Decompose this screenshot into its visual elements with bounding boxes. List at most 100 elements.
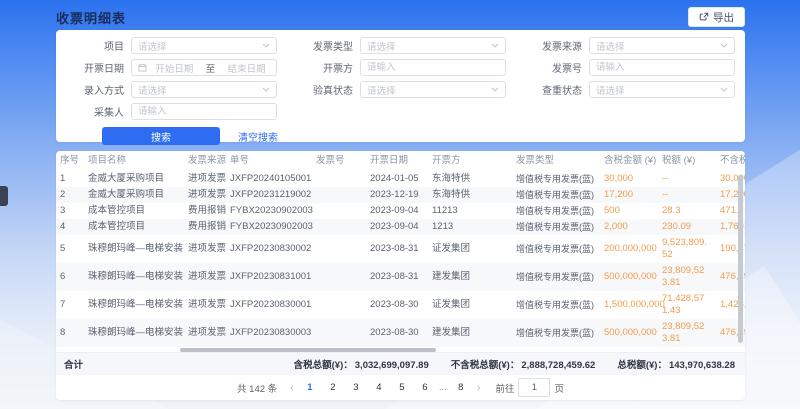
invoice-type-select[interactable]: 请选择 bbox=[360, 37, 506, 54]
cell-date: 2023-08-31 bbox=[366, 235, 428, 263]
invoice-no-input[interactable] bbox=[589, 59, 735, 76]
cell-tax: 23,809,523.81 bbox=[658, 263, 716, 291]
cell-source: 进项发票 bbox=[184, 291, 226, 319]
chevron-down-icon bbox=[720, 43, 728, 48]
filter-label: 发票类型 bbox=[291, 38, 360, 53]
placeholder-text: 请选择 bbox=[367, 83, 487, 97]
filter-field-issuer: 开票方 bbox=[291, 59, 506, 76]
project-select[interactable]: 请选择 bbox=[131, 37, 277, 54]
search-button[interactable]: 搜索 bbox=[102, 127, 220, 145]
cell-project: 成本管控项目 bbox=[84, 219, 184, 235]
page-numbers: 123456... 8 bbox=[301, 382, 470, 393]
next-page-arrow[interactable]: › bbox=[475, 382, 483, 394]
entry-method-select[interactable]: 请选择 bbox=[131, 81, 277, 98]
collector-input[interactable] bbox=[131, 103, 277, 120]
summary-total-label: 不含税总额(¥)： bbox=[451, 360, 520, 371]
filter-label: 项目 bbox=[62, 38, 131, 53]
cell-amount: 500,000,000 bbox=[600, 263, 658, 291]
table-row[interactable]: 1金威大厦采购项目进项发票JXFP202401050012024-01-05东海… bbox=[56, 171, 745, 187]
export-button[interactable]: 导出 bbox=[688, 7, 745, 27]
vertical-scrollbar[interactable] bbox=[738, 175, 743, 343]
cell-date: 2023-09-04 bbox=[366, 219, 428, 235]
cell-invoice-type: 增值税专用发票(蓝) bbox=[512, 171, 600, 187]
date-separator: 至 bbox=[206, 61, 216, 75]
date-end-placeholder: 结束日期 bbox=[223, 61, 270, 75]
cell-issuer: 1213 bbox=[428, 219, 512, 235]
column-header: 发票来源 bbox=[184, 151, 226, 171]
verify-status-select[interactable]: 请选择 bbox=[360, 81, 506, 98]
cell-tax: 28.3 bbox=[658, 203, 716, 219]
cell-order-no: JXFP20230830001 bbox=[226, 291, 312, 319]
cell-issuer: 11213 bbox=[428, 203, 512, 219]
goto-page-input[interactable] bbox=[518, 378, 550, 397]
invoice-table: 序号项目名称发票来源单号发票号开票日期开票方发票类型含税金额 (¥)税额 (¥)… bbox=[56, 151, 745, 347]
calendar-icon bbox=[138, 63, 147, 72]
cell-issuer: 建发集团 bbox=[428, 263, 512, 291]
column-header: 单号 bbox=[226, 151, 312, 171]
table-row[interactable]: 2金威大厦采购项目进项发票JXFP202312190022023-12-19东海… bbox=[56, 187, 745, 203]
cell-source: 进项发票 bbox=[184, 319, 226, 347]
cell-issuer: 建发集团 bbox=[428, 319, 512, 347]
placeholder-text: 请选择 bbox=[367, 39, 487, 53]
cell-date: 2024-01-05 bbox=[366, 171, 428, 187]
horizontal-scrollbar[interactable] bbox=[180, 348, 436, 352]
filter-field-entry-method: 录入方式 请选择 bbox=[62, 81, 277, 98]
cell-date: 2023-08-30 bbox=[366, 291, 428, 319]
chevron-down-icon bbox=[491, 43, 499, 48]
cell-no: 4 bbox=[56, 219, 84, 235]
cell-date: 2023-08-30 bbox=[366, 319, 428, 347]
duplicate-status-select[interactable]: 请选择 bbox=[589, 81, 735, 98]
issuer-input[interactable] bbox=[360, 59, 506, 76]
invoice-date-range[interactable]: 开始日期 至 结束日期 bbox=[131, 59, 277, 76]
invoice-source-select[interactable]: 请选择 bbox=[589, 37, 735, 54]
cell-project: 金威大厦采购项目 bbox=[84, 187, 184, 203]
page-number[interactable]: 3 bbox=[347, 382, 365, 393]
filter-field-invoice-date: 开票日期 开始日期 至 结束日期 bbox=[62, 59, 277, 76]
cell-invoice-type: 增值税专用发票(蓝) bbox=[512, 319, 600, 347]
placeholder-text: 请选择 bbox=[596, 39, 716, 53]
cell-amount: 500 bbox=[600, 203, 658, 219]
pagination: 共 142 条 ‹ 123456...8 › 前往 页 bbox=[56, 375, 745, 400]
sidebar-collapse-handle[interactable] bbox=[0, 186, 8, 206]
invoice-table-body: 1金威大厦采购项目进项发票JXFP202401050012024-01-05东海… bbox=[56, 171, 745, 347]
table-row[interactable]: 5珠穆朗玛峰—电梯安装进项发票JXFP202308300022023-08-31… bbox=[56, 235, 745, 263]
summary-label: 合计 bbox=[64, 357, 83, 371]
filter-panel: 项目 请选择 发票类型 请选择 发票来源 请选择 bbox=[56, 30, 745, 142]
page-number[interactable]: 8 bbox=[452, 382, 470, 393]
cell-tax: 230.09 bbox=[658, 219, 716, 235]
cell-issuer: 证发集团 bbox=[428, 235, 512, 263]
page-number[interactable]: 2 bbox=[324, 382, 342, 393]
table-header-row: 序号项目名称发票来源单号发票号开票日期开票方发票类型含税金额 (¥)税额 (¥)… bbox=[56, 151, 745, 171]
filter-field-collector: 采集人 bbox=[62, 103, 277, 120]
chevron-down-icon bbox=[491, 87, 499, 92]
cell-invoice-no bbox=[312, 171, 366, 187]
cell-tax: 71,428,571.43 bbox=[658, 291, 716, 319]
clear-search-link[interactable]: 清空搜索 bbox=[238, 129, 278, 144]
table-row[interactable]: 7珠穆朗玛峰—电梯安装进项发票JXFP202308300012023-08-30… bbox=[56, 291, 745, 319]
table-row[interactable]: 4成本管控项目费用报销FYBX202309020032023-09-041213… bbox=[56, 219, 745, 235]
cell-invoice-no bbox=[312, 219, 366, 235]
cell-invoice-type: 增值税专用发票(蓝) bbox=[512, 263, 600, 291]
cell-issuer: 东海特供 bbox=[428, 187, 512, 203]
filter-field-project: 项目 请选择 bbox=[62, 37, 277, 54]
cell-issuer: 证发集团 bbox=[428, 291, 512, 319]
column-header: 发票类型 bbox=[512, 151, 600, 171]
page-title: 收票明细表 bbox=[56, 8, 126, 27]
placeholder-text: 请选择 bbox=[596, 83, 716, 97]
page-number[interactable]: 6 bbox=[416, 382, 434, 393]
cell-invoice-type: 增值税专用发票(蓝) bbox=[512, 291, 600, 319]
page-number[interactable]: 5 bbox=[393, 382, 411, 393]
summary-totals: 含税总额(¥)：3,032,699,097.89不含税总额(¥)：2,888,7… bbox=[294, 357, 735, 371]
prev-page-arrow[interactable]: ‹ bbox=[288, 382, 296, 394]
table-row[interactable]: 8珠穆朗玛峰—电梯安装进项发票JXFP202308300032023-08-30… bbox=[56, 319, 745, 347]
filter-label: 录入方式 bbox=[62, 82, 131, 97]
page-number[interactable]: 4 bbox=[370, 382, 388, 393]
page-ellipsis: ... bbox=[439, 382, 447, 393]
cell-source: 进项发票 bbox=[184, 187, 226, 203]
column-header: 税额 (¥) bbox=[658, 151, 716, 171]
summary-total-item: 总税额(¥)：143,970,638.28 bbox=[617, 357, 735, 371]
table-row[interactable]: 3成本管控项目费用报销FYBX202309020032023-09-041121… bbox=[56, 203, 745, 219]
table-row[interactable]: 6珠穆朗玛峰—电梯安装进项发票JXFP202308310012023-08-31… bbox=[56, 263, 745, 291]
page-number[interactable]: 1 bbox=[301, 382, 319, 393]
column-header: 项目名称 bbox=[84, 151, 184, 171]
